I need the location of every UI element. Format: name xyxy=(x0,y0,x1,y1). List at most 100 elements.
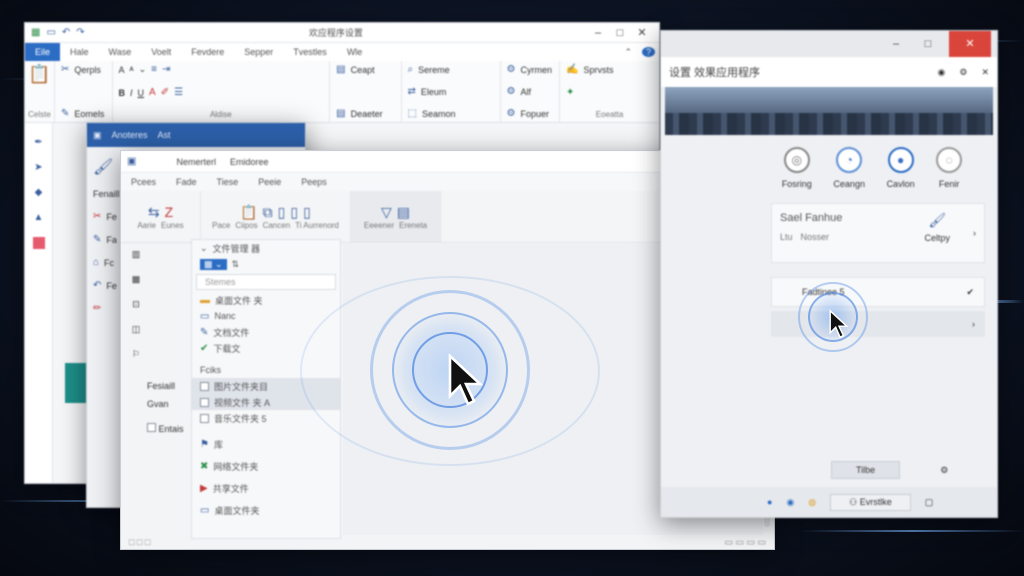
menu-item[interactable]: Voelt xyxy=(141,47,181,57)
ribbon-label[interactable]: Sprvsts xyxy=(583,65,613,75)
view-icon[interactable]: ▦ ⌄ xyxy=(200,258,227,270)
checkbox[interactable] xyxy=(200,381,209,391)
tool-icon[interactable]: ▥ xyxy=(132,249,141,260)
menu-item[interactable]: Fevdere xyxy=(181,47,234,57)
square-icon[interactable]: ▢ xyxy=(925,497,934,508)
view-icon[interactable]: ▤ xyxy=(397,204,410,221)
ribbon-label[interactable]: Seamon xyxy=(422,109,456,119)
ribbon-label[interactable]: Aarie xyxy=(137,221,156,230)
font-color-icon[interactable]: A xyxy=(149,87,156,98)
designer-icon[interactable]: ✦ xyxy=(566,87,574,98)
underline-icon[interactable]: U xyxy=(138,88,145,98)
tool-icon[interactable]: ▦ xyxy=(132,274,141,285)
align-icon[interactable]: ☰ xyxy=(174,87,183,98)
checkbox-item[interactable]: 音乐文件夹 5 xyxy=(192,410,340,426)
checkbox[interactable] xyxy=(200,397,209,407)
tool-label[interactable]: Fe xyxy=(106,281,117,291)
tool-icon[interactable]: ⚐ xyxy=(132,349,140,360)
italic-icon[interactable]: I xyxy=(130,88,133,98)
tab[interactable]: Emidoree xyxy=(230,157,269,167)
ribbon-label[interactable]: Sereme xyxy=(418,65,450,75)
tool-icon[interactable]: ⌂ xyxy=(93,257,99,268)
checkbox-item[interactable]: 图片文件夹目 xyxy=(192,378,340,394)
ribbon-label[interactable]: Ereneta xyxy=(399,221,427,230)
ribbon-label[interactable]: Eomels xyxy=(74,109,104,119)
brush-icon[interactable]: 🖌 xyxy=(928,212,946,229)
checkbox[interactable] xyxy=(200,413,209,423)
list-item[interactable]: ▬ 桌面文件 夹 xyxy=(192,292,340,308)
ribbon-label[interactable]: Deaeter xyxy=(351,109,383,119)
list-icon[interactable]: ≡ xyxy=(151,64,157,75)
list-item[interactable]: ▭ 桌面文件夹 xyxy=(192,502,340,518)
save-icon[interactable]: ▭ xyxy=(46,27,55,38)
minimize-icon[interactable]: – xyxy=(885,38,907,50)
tool-icon[interactable]: ⚙ xyxy=(507,108,516,119)
close-icon[interactable]: ✕ xyxy=(949,31,991,57)
ribbon-label[interactable]: Alf xyxy=(520,87,531,97)
ribbon-label[interactable]: Ti Aurrenord xyxy=(295,221,339,230)
selected-row[interactable]: › xyxy=(771,311,985,337)
filter-icon[interactable]: ▽ xyxy=(381,204,392,221)
ribbon-icon[interactable]: Z xyxy=(165,204,174,220)
menu-item[interactable]: Wle xyxy=(337,47,373,57)
indent-icon[interactable]: ⇥ xyxy=(162,64,170,75)
app-icon[interactable]: ◍ xyxy=(808,497,816,508)
redo-icon[interactable]: ↷ xyxy=(76,27,84,38)
gear-icon[interactable]: ⚙ xyxy=(959,67,967,78)
replace-icon[interactable]: ⇄ xyxy=(408,86,416,97)
tab-active[interactable]: Tilbe xyxy=(831,461,901,479)
tab[interactable]: Nemerterl xyxy=(176,157,216,167)
style-icon[interactable]: ▤ xyxy=(336,64,345,75)
menu-item[interactable]: Pcees xyxy=(121,177,166,187)
maximize-icon[interactable]: □ xyxy=(917,38,939,50)
menu-item[interactable]: Fade xyxy=(166,177,207,187)
close-icon[interactable]: ✕ xyxy=(631,26,653,39)
menu-item[interactable]: Tiese xyxy=(207,177,249,187)
ribbon-label[interactable]: Eeeener xyxy=(364,221,394,230)
chevron-right-icon[interactable]: › xyxy=(972,319,975,329)
tool-label[interactable]: Fc xyxy=(104,258,114,268)
ribbon-label[interactable]: Fopuer xyxy=(520,109,549,119)
list-item[interactable]: ⚑ 库 xyxy=(192,436,340,452)
ribbon-icon[interactable]: ⇆ xyxy=(148,204,160,221)
checkbox-item[interactable]: 视频文件 夹 A xyxy=(192,394,340,410)
chevron-down-icon[interactable]: ⌄ xyxy=(200,243,208,254)
menu-item[interactable]: Peeie xyxy=(248,177,291,187)
ribbon-collapse-icon[interactable]: ⌃ xyxy=(614,47,642,58)
menu-item[interactable]: Tvestles xyxy=(283,47,337,57)
option-button[interactable]: ◎ Fosring xyxy=(782,147,812,189)
tool-icon[interactable]: ⚙ xyxy=(507,64,516,75)
doc-icon[interactable]: ▯ xyxy=(278,204,286,221)
font-dropdown[interactable]: ⌄ xyxy=(139,64,147,75)
list-item[interactable]: ▭ Nanc xyxy=(192,308,340,324)
settings-icon[interactable]: ⚙ xyxy=(918,462,970,479)
browser-icon[interactable]: ● xyxy=(767,497,772,507)
format-painter-icon[interactable]: ✎ xyxy=(61,108,69,119)
search-box[interactable]: Stemes xyxy=(196,274,336,290)
close-icon[interactable]: ✕ xyxy=(981,67,989,78)
doc-icon[interactable]: ▯ xyxy=(303,204,311,221)
draw-icon[interactable]: ✍ xyxy=(566,64,578,75)
menu-item[interactable]: Hale xyxy=(60,47,99,57)
chevron-right-icon[interactable]: › xyxy=(973,228,976,238)
option-button[interactable]: ● Cavlon xyxy=(887,147,915,189)
checkbox[interactable] xyxy=(147,423,156,432)
menu-item[interactable]: Wase xyxy=(99,47,142,57)
tool-label[interactable]: Fe xyxy=(106,212,117,222)
paste-icon[interactable]: 📋 xyxy=(240,204,257,221)
menu-item[interactable]: Peeps xyxy=(291,177,337,187)
shapes-icon[interactable]: ◆ xyxy=(35,187,43,198)
list-item[interactable]: ✖ 网络文件夹 xyxy=(192,458,340,474)
fill-icon[interactable]: ▲ xyxy=(34,212,44,223)
tool-icon[interactable]: ◫ xyxy=(132,324,141,335)
option-button[interactable]: ◌ Fenir xyxy=(936,147,963,189)
edge-icon[interactable]: ◉ xyxy=(786,497,794,508)
view-toggle[interactable]: ▦ ⌄ ⇅ xyxy=(192,256,340,272)
undo-icon[interactable]: ↶ xyxy=(93,280,101,291)
tool-icon[interactable]: ✂ xyxy=(93,211,101,222)
color-swatch[interactable] xyxy=(32,237,45,249)
ribbon-label[interactable]: Eleum xyxy=(421,87,447,97)
ribbon-label[interactable]: Cancen xyxy=(263,221,291,230)
copy-icon[interactable]: ⧉ xyxy=(263,204,273,221)
cut-icon[interactable]: ✂ xyxy=(61,64,69,75)
